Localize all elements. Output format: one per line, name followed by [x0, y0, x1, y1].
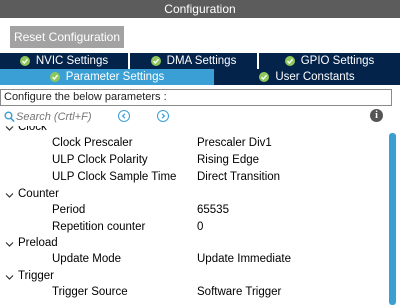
param-name: Trigger Source [52, 286, 128, 299]
window-title: Configuration [0, 0, 400, 18]
check-icon [259, 72, 270, 82]
param-value: Rising Edge [197, 153, 260, 166]
reset-configuration-button[interactable]: Reset Configuration [10, 26, 124, 48]
param-row[interactable]: Period 65535 [0, 202, 390, 219]
param-row[interactable]: Update Mode Update Immediate [0, 251, 390, 268]
param-row[interactable]: Clock Prescaler Prescaler Div1 [0, 135, 390, 152]
tab-user-constants[interactable]: User Constants [214, 69, 400, 85]
tab-row-2: Parameter Settings User Constants [0, 69, 400, 85]
group-trigger[interactable]: Trigger [0, 268, 390, 284]
param-name: ULP Clock Sample Time [52, 170, 177, 183]
param-name: Repetition counter [52, 220, 146, 233]
group-counter[interactable]: Counter [0, 186, 390, 202]
parameter-tree: Clock Clock Prescaler Prescaler Div1 ULP … [0, 126, 390, 305]
group-label: Preload [18, 237, 58, 250]
group-clock[interactable]: Clock [0, 126, 390, 135]
param-name: ULP Clock Polarity [52, 153, 148, 166]
parameter-panel: Configure the below parameters : i Clock… [0, 85, 400, 305]
tab-label: GPIO Settings [300, 55, 375, 67]
tab-label: DMA Settings [166, 55, 237, 67]
check-icon [150, 56, 161, 66]
configure-parameters-label: Configure the below parameters : [0, 89, 392, 106]
param-value: Update Immediate [197, 253, 291, 266]
param-value: Direct Transition [197, 170, 281, 183]
param-row[interactable]: Repetition counter 0 [0, 219, 390, 236]
tab-dma-settings[interactable]: DMA Settings [130, 53, 259, 69]
scrollbar-thumb[interactable] [389, 133, 396, 305]
param-row[interactable]: ULP Clock Sample Time Direct Transition [0, 169, 390, 186]
check-icon [19, 56, 30, 66]
search-bar: i [0, 108, 400, 126]
param-row[interactable]: ULP Clock Polarity Rising Edge [0, 152, 390, 169]
group-label: Counter [18, 187, 59, 200]
param-name: Period [52, 203, 86, 216]
param-name: Clock Prescaler [52, 137, 133, 149]
tab-gpio-settings[interactable]: GPIO Settings [259, 53, 400, 69]
group-preload[interactable]: Preload [0, 235, 390, 251]
tab-row-1: NVIC Settings DMA Settings GPIO Settings [0, 53, 400, 69]
tab-label: Parameter Settings [65, 71, 165, 83]
prev-arrow-icon[interactable] [118, 110, 130, 122]
tab-parameter-settings[interactable]: Parameter Settings [0, 69, 214, 85]
check-icon [284, 56, 295, 66]
info-icon[interactable]: i [370, 109, 383, 122]
param-value: 0 [197, 220, 204, 233]
next-arrow-icon[interactable] [157, 110, 169, 122]
param-name: Update Mode [52, 253, 122, 266]
check-icon [49, 72, 60, 82]
tab-nvic-settings[interactable]: NVIC Settings [0, 53, 130, 69]
param-value: 65535 [197, 203, 229, 216]
tab-label: User Constants [275, 71, 355, 83]
group-label: Trigger [18, 270, 54, 283]
tab-label: NVIC Settings [35, 55, 109, 67]
toolbar: Reset Configuration [0, 18, 400, 54]
search-input[interactable] [16, 109, 104, 124]
param-value: Prescaler Div1 [197, 137, 272, 149]
group-label: Clock [18, 126, 47, 133]
param-value: Software Trigger [197, 286, 282, 299]
scrollbar[interactable] [389, 133, 396, 305]
param-row[interactable]: Trigger Source Software Trigger [0, 284, 390, 301]
